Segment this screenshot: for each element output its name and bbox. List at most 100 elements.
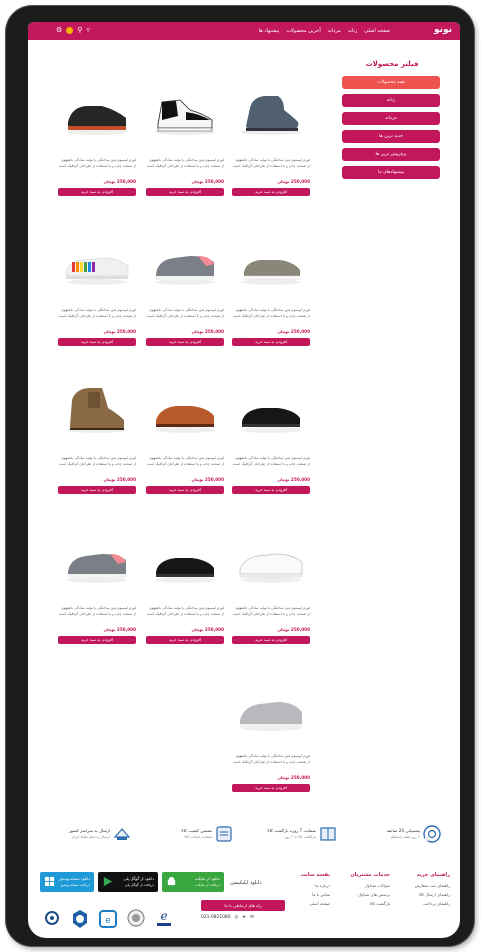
phone-number: 021-0821080	[201, 915, 231, 920]
windows-download-button[interactable]: دانلود نسخه ویندوز دریافت نسخه ویندوز	[40, 872, 94, 892]
product-card[interactable]: لورم ایپسوم متن ساختگی با تولید سادگی نا…	[232, 76, 310, 226]
product-card[interactable]: لورم ایپسوم متن ساختگی با تولید سادگی نا…	[146, 374, 224, 524]
feature-title: پشتیبانی 24 ساعته	[386, 828, 420, 833]
filter-suggested[interactable]: پیشنهادهای ما	[342, 166, 440, 179]
feature-sub: ارسال به تمام نقاط ایران	[71, 835, 110, 839]
filter-men[interactable]: مردانه	[342, 112, 440, 125]
add-to-cart-button[interactable]: افزودن به سبد خرید	[146, 188, 224, 196]
filter-all[interactable]: همه محصولات	[342, 76, 440, 89]
add-to-cart-button[interactable]: افزودن به سبد خرید	[146, 636, 224, 644]
add-to-cart-button[interactable]: افزودن به سبد خرید	[58, 486, 136, 494]
product-card[interactable]: لورم ایپسوم متن ساختگی با تولید سادگی نا…	[146, 226, 224, 376]
product-price: 250,000 تومان	[103, 627, 136, 632]
footer-link[interactable]: تماس با ما	[290, 892, 330, 897]
product-price: 250,000 تومان	[277, 179, 310, 184]
feature-support: پشتیبانی 24 ساعته 7 روز هفته پاسخگو	[346, 822, 442, 852]
nav-home[interactable]: صفحه اصلی	[364, 28, 390, 34]
user-avatar-icon[interactable]	[66, 27, 74, 34]
product-card[interactable]: لورم ایپسوم متن ساختگی با تولید سادگی نا…	[232, 226, 310, 376]
product-image[interactable]	[232, 672, 310, 744]
add-to-cart-button[interactable]: افزودن به سبد خرید	[58, 636, 136, 644]
nav-women[interactable]: زنانه	[348, 28, 357, 34]
add-to-cart-button[interactable]: افزودن به سبد خرید	[232, 784, 310, 792]
footer-link[interactable]: راهنمای ثبت سفارش	[394, 883, 450, 888]
trust-badge-icon[interactable]	[70, 908, 90, 930]
app-download-label: دانلود اپلیکیشن	[230, 880, 262, 886]
add-to-cart-button[interactable]: افزودن به سبد خرید	[232, 636, 310, 644]
product-image[interactable]	[58, 524, 136, 596]
svg-text:e: e	[105, 916, 111, 926]
union-badge-icon[interactable]	[42, 908, 62, 930]
product-card[interactable]: لورم ایپسوم متن ساختگی با تولید سادگی نا…	[58, 76, 136, 226]
instagram-icon[interactable]: ◎	[235, 915, 239, 920]
product-description: لورم ایپسوم متن ساختگی با تولید سادگی نا…	[58, 308, 136, 318]
product-price: 250,000 تومان	[191, 627, 224, 632]
filter-newest[interactable]: جدید ترین ها	[342, 130, 440, 143]
nav-offers[interactable]: پیشنهاد ها	[259, 28, 280, 34]
product-card[interactable]: لورم ایپسوم متن ساختگی با تولید سادگی نا…	[232, 672, 310, 822]
product-price: 250,000 تومان	[191, 329, 224, 334]
email-icon[interactable]: ✉	[250, 915, 254, 920]
delivery-icon	[113, 828, 131, 840]
quality-icon	[216, 826, 232, 842]
product-card[interactable]: لورم ایپسوم متن ساختگی با تولید سادگی نا…	[58, 226, 136, 376]
search-icon[interactable]: ⚲	[77, 26, 82, 35]
feature-title: ارسال به سراسر کشور	[68, 828, 110, 833]
product-image[interactable]	[58, 374, 136, 446]
product-card[interactable]: لورم ایپسوم متن ساختگی با تولید سادگی نا…	[232, 374, 310, 524]
product-image[interactable]	[146, 374, 224, 446]
samandehi-badge-icon[interactable]	[126, 908, 146, 930]
footer-link[interactable]: سوالات متداول	[334, 883, 390, 888]
product-image[interactable]	[232, 524, 310, 596]
cart-icon[interactable]: ▿	[86, 26, 90, 35]
add-to-cart-button[interactable]: افزودن به سبد خرید	[58, 338, 136, 346]
product-image[interactable]	[146, 524, 224, 596]
product-image[interactable]	[58, 226, 136, 298]
add-to-cart-button[interactable]: افزودن به سبد خرید	[232, 188, 310, 196]
product-price: 250,000 تومان	[191, 179, 224, 184]
add-to-cart-button[interactable]: افزودن به سبد خرید	[232, 486, 310, 494]
product-image[interactable]	[232, 226, 310, 298]
product-price: 250,000 تومان	[277, 775, 310, 780]
myket-download-button[interactable]: دانلود از مایکت دریافت از مایکت	[162, 872, 224, 892]
product-image[interactable]	[58, 76, 136, 148]
settings-icon[interactable]: ⚙	[56, 26, 62, 35]
googleplay-download-button[interactable]: دانلود از گوگل پلی دریافت از گوگل پلی	[98, 872, 158, 892]
footer-link[interactable]: راهنمای ارسال کالا	[394, 892, 451, 897]
product-description: لورم ایپسوم متن ساختگی با تولید سادگی نا…	[58, 456, 136, 466]
product-card[interactable]: لورم ایپسوم متن ساختگی با تولید سادگی نا…	[146, 76, 224, 226]
footer-link[interactable]: پرسش های متداول	[334, 892, 390, 897]
site-logo[interactable]: نونو	[434, 25, 452, 35]
filter-bestselling[interactable]: پرفروش ترین ها	[342, 148, 440, 161]
ecommerce-badge-icon[interactable]: e	[98, 908, 118, 930]
play-icon	[103, 876, 113, 887]
product-image[interactable]	[146, 76, 224, 148]
filter-women[interactable]: زنانه	[342, 94, 440, 107]
footer-link[interactable]: راهنمای پرداخت	[394, 901, 450, 906]
footer-link[interactable]: درباره ما	[290, 883, 330, 888]
product-price: 250,000 تومان	[191, 477, 224, 482]
contact-us-button[interactable]: راه های ارتباطی با ما	[201, 900, 285, 911]
enamad-badge-icon[interactable]: e	[154, 908, 174, 930]
nav-latest[interactable]: آخرین محصولات	[286, 28, 320, 34]
product-card[interactable]: لورم ایپسوم متن ساختگی با تولید سادگی نا…	[232, 524, 310, 674]
product-card[interactable]: لورم ایپسوم متن ساختگی با تولید سادگی نا…	[58, 374, 136, 524]
product-description: لورم ایپسوم متن ساختگی با تولید سادگی نا…	[232, 606, 310, 616]
footer-link[interactable]: صفحه اصلی	[290, 901, 330, 906]
add-to-cart-button[interactable]: افزودن به سبد خرید	[232, 338, 310, 346]
footer-col-title: نقشه سایت	[300, 872, 330, 878]
telegram-icon[interactable]: ➤	[242, 915, 246, 920]
product-description: لورم ایپسوم متن ساختگی با تولید سادگی نا…	[146, 606, 224, 616]
product-card[interactable]: لورم ایپسوم متن ساختگی با تولید سادگی نا…	[58, 524, 136, 674]
product-card[interactable]: لورم ایپسوم متن ساختگی با تولید سادگی نا…	[146, 524, 224, 674]
product-price: 250,000 تومان	[103, 179, 136, 184]
product-image[interactable]	[232, 76, 310, 148]
product-image[interactable]	[232, 374, 310, 446]
add-to-cart-button[interactable]: افزودن به سبد خرید	[146, 486, 224, 494]
product-image[interactable]	[146, 226, 224, 298]
feature-sub: 7 روز هفته پاسخگو	[391, 835, 420, 839]
nav-men[interactable]: مردانه	[328, 28, 341, 34]
footer-link[interactable]: بازگشت کالا	[334, 901, 390, 906]
add-to-cart-button[interactable]: افزودن به سبد خرید	[58, 188, 136, 196]
add-to-cart-button[interactable]: افزودن به سبد خرید	[146, 338, 224, 346]
